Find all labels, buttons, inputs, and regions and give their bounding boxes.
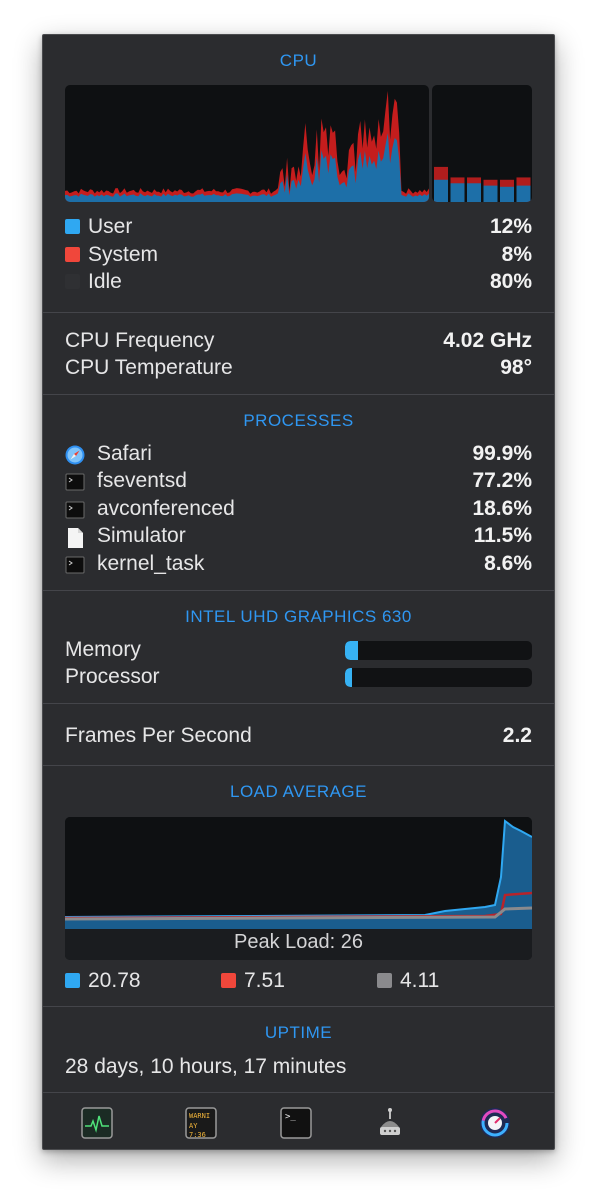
cpu-history-graph <box>65 85 429 202</box>
load-legend-1min: 20.78 <box>65 968 141 994</box>
activity-monitor-icon[interactable] <box>81 1107 113 1139</box>
cpu-core-user-bar <box>467 183 481 202</box>
cpu-core-user-bar <box>483 185 498 202</box>
process-row[interactable]: fseventsd 77.2% <box>65 468 532 494</box>
load-average-graph: Peak Load: 26 <box>65 817 532 960</box>
load-legend-15min: 4.11 <box>377 968 439 994</box>
uptime-value: 28 days, 10 hours, 17 minutes <box>65 1055 347 1078</box>
gpu-memory-row: Memory <box>65 637 532 663</box>
process-row[interactable]: avconferenced 18.6% <box>65 496 532 522</box>
divider <box>43 703 554 704</box>
divider <box>43 394 554 395</box>
cpu-user-row: User 12% <box>65 214 532 240</box>
process-value: 11.5% <box>473 524 532 547</box>
process-row[interactable]: Simulator 11.5% <box>65 523 532 549</box>
cpu-core-user-bar <box>516 185 531 202</box>
gpu-processor-bar-fill <box>345 668 353 687</box>
load-5min-swatch <box>221 973 236 988</box>
cpu-frequency-row: CPU Frequency 4.02 GHz <box>65 328 532 354</box>
cpu-user-label: User <box>65 214 132 240</box>
istat-menus-icon[interactable] <box>479 1107 511 1139</box>
process-row[interactable]: kernel_task 8.6% <box>65 551 532 577</box>
cpu-core-user-bar <box>434 179 448 202</box>
cpu-frequency-label: CPU Frequency <box>65 329 215 352</box>
cpu-core-graph <box>432 85 532 202</box>
process-value: 99.9% <box>472 442 532 465</box>
divider <box>43 312 554 313</box>
load-1min-value: 20.78 <box>88 969 141 992</box>
user-swatch <box>65 219 80 234</box>
cpu-history-chart <box>65 90 429 202</box>
idle-text: Idle <box>88 270 122 293</box>
safari-icon <box>65 445 85 465</box>
process-name: avconferenced <box>97 497 235 520</box>
gpu-memory-bar-fill <box>345 641 359 660</box>
idle-swatch <box>65 274 80 289</box>
processes-section-title: PROCESSES <box>243 411 354 430</box>
istat-menus-panel: CPU User 12% System 8% Idle 80% CPU Freq… <box>42 34 555 1150</box>
load-15min-swatch <box>377 973 392 988</box>
cpu-user-value: 12% <box>489 215 532 238</box>
cpu-core-user-bar <box>450 183 465 202</box>
cpu-temperature-row: CPU Temperature 98° <box>65 355 532 381</box>
divider <box>43 1006 554 1007</box>
divider <box>43 765 554 766</box>
gpu-memory-label: Memory <box>65 638 141 661</box>
cpu-system-value: 8% <box>501 243 532 266</box>
process-value: 77.2% <box>472 469 532 492</box>
load-section-title: LOAD AVERAGE <box>229 782 367 801</box>
gpu-processor-bar <box>345 668 532 687</box>
fps-value: 2.2 <box>502 724 532 747</box>
terminal-exec-icon <box>65 472 85 491</box>
gpu-processor-label: Processor <box>65 665 160 688</box>
system-swatch <box>65 247 80 262</box>
disk-utility-icon[interactable] <box>374 1107 406 1139</box>
cpu-core-user-bar <box>500 186 514 202</box>
fps-row: Frames Per Second 2.2 <box>65 723 532 749</box>
system-text: System <box>88 243 159 266</box>
divider <box>43 590 554 591</box>
terminal-exec-icon <box>65 555 85 574</box>
cpu-core-chart <box>434 166 531 202</box>
load-average-chart <box>65 817 532 929</box>
terminal-exec-icon <box>65 500 85 519</box>
process-row[interactable]: Safari 99.9% <box>65 441 532 467</box>
terminal-prompt: >_ <box>285 1112 296 1122</box>
gpu-section-title: INTEL UHD GRAPHICS 630 <box>185 607 412 626</box>
cpu-section-title: CPU <box>279 51 318 70</box>
gpu-memory-bar <box>345 641 532 660</box>
process-name: Safari <box>97 442 152 465</box>
cpu-temperature-value: 98° <box>500 356 532 379</box>
uptime-row: 28 days, 10 hours, 17 minutes <box>65 1054 532 1080</box>
gpu-processor-row: Processor <box>65 664 532 690</box>
uptime-section-title: UPTIME <box>264 1023 333 1042</box>
cpu-idle-value: 80% <box>489 270 532 293</box>
cpu-idle-row: Idle 80% <box>65 269 532 295</box>
process-name: fseventsd <box>97 469 187 492</box>
peak-load-label: Peak Load: 26 <box>234 931 363 953</box>
load-5min-value: 7.51 <box>244 969 285 992</box>
cpu-frequency-value: 4.02 GHz <box>443 329 532 352</box>
process-value: 18.6% <box>472 497 532 520</box>
process-value: 8.6% <box>484 552 532 575</box>
divider <box>43 1092 554 1093</box>
load-1min-swatch <box>65 973 80 988</box>
console-icon-text-top: WARNI <box>189 1112 211 1120</box>
cpu-idle-label: Idle <box>65 269 122 295</box>
cpu-temperature-label: CPU Temperature <box>65 356 233 379</box>
user-text: User <box>88 215 133 238</box>
terminal-icon[interactable]: >_ <box>280 1107 312 1139</box>
fps-label: Frames Per Second <box>65 724 252 747</box>
load-legend-5min: 7.51 <box>221 968 285 994</box>
process-name: kernel_task <box>97 552 205 575</box>
console-icon-text-bottom: AY 7:36 <box>189 1122 206 1139</box>
document-icon <box>65 527 85 548</box>
process-name: Simulator <box>97 524 186 547</box>
cpu-system-label: System <box>65 242 158 268</box>
load-15min-value: 4.11 <box>400 969 440 992</box>
cpu-system-row: System 8% <box>65 242 532 268</box>
console-icon[interactable]: WARNI AY 7:36 <box>185 1107 217 1139</box>
